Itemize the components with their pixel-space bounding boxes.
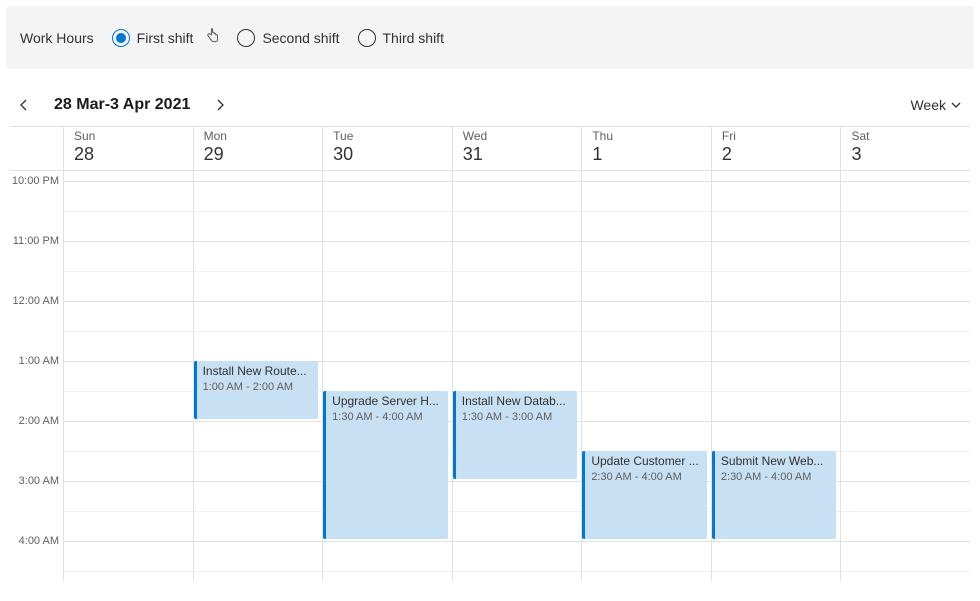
event-time: 1:00 AM - 2:00 AM [203, 380, 313, 394]
event-title: Submit New Web... [721, 454, 831, 470]
day-number: 1 [592, 143, 711, 166]
event-time: 2:30 AM - 4:00 AM [591, 470, 701, 484]
calendar-event[interactable]: Upgrade Server H...1:30 AM - 4:00 AM [323, 391, 448, 539]
chevron-down-icon [950, 99, 962, 111]
day-header-sat[interactable]: Sat 3 [841, 127, 970, 170]
day-name: Thu [592, 130, 711, 143]
work-hours-label: Work Hours [20, 30, 94, 46]
event-title: Upgrade Server H... [332, 394, 442, 410]
day-number: 29 [204, 143, 323, 166]
event-time: 1:30 AM - 3:00 AM [462, 410, 572, 424]
event-title: Update Customer ... [591, 454, 701, 470]
day-name: Tue [333, 130, 452, 143]
day-name: Sun [74, 130, 193, 143]
day-number: 2 [722, 143, 841, 166]
calendar-event[interactable]: Update Customer ...2:30 AM - 4:00 AM [582, 451, 707, 539]
work-hours-radio-group: First shift Second shift Third shift [112, 28, 444, 47]
event-time: 1:30 AM - 4:00 AM [332, 410, 442, 424]
time-gutter: 10:00 PM 11:00 PM 12:00 AM 1:00 AM 2:00 AM 3:… [10, 171, 64, 581]
day-col-thu[interactable]: Update Customer ...2:30 AM - 4:00 AM [582, 171, 712, 581]
day-col-fri[interactable]: Submit New Web...2:30 AM - 4:00 AM [712, 171, 842, 581]
time-label: 2:00 AM [10, 415, 59, 427]
radio-circle-icon [112, 29, 130, 47]
day-name: Mon [204, 130, 323, 143]
event-time: 2:30 AM - 4:00 AM [721, 470, 831, 484]
radio-label: Second shift [262, 30, 339, 46]
day-col-sat[interactable] [841, 171, 970, 581]
date-range-label[interactable]: 28 Mar-3 Apr 2021 [54, 96, 190, 114]
calendar-toolbar: 28 Mar-3 Apr 2021 Week [10, 83, 970, 127]
day-col-tue[interactable]: Upgrade Server H...1:30 AM - 4:00 AM [323, 171, 453, 581]
calendar-event[interactable]: Submit New Web...2:30 AM - 4:00 AM [712, 451, 837, 539]
day-number: 28 [74, 143, 193, 166]
toolbar-left: 28 Mar-3 Apr 2021 [10, 91, 234, 119]
radio-label: First shift [137, 30, 194, 46]
day-col-sun[interactable] [64, 171, 194, 581]
day-header-wed[interactable]: Wed 31 [453, 127, 583, 170]
pointer-cursor-icon [205, 28, 219, 47]
day-name: Sat [851, 130, 970, 143]
day-number: 31 [463, 143, 582, 166]
day-name: Fri [722, 130, 841, 143]
calendar-grid[interactable]: 10:00 PM 11:00 PM 12:00 AM 1:00 AM 2:00 AM 3:… [10, 171, 970, 581]
day-header-tue[interactable]: Tue 30 [323, 127, 453, 170]
day-columns: Install New Route...1:00 AM - 2:00 AM Up… [64, 171, 970, 581]
radio-first-shift[interactable]: First shift [112, 29, 194, 47]
view-label: Week [910, 97, 946, 113]
time-label: 3:00 AM [10, 475, 59, 487]
radio-circle-icon [358, 29, 376, 47]
day-header-thu[interactable]: Thu 1 [582, 127, 712, 170]
time-label: 4:00 AM [10, 535, 59, 547]
time-gutter-header [10, 127, 64, 170]
calendar-event[interactable]: Install New Datab...1:30 AM - 3:00 AM [453, 391, 578, 479]
chevron-left-icon [18, 99, 30, 111]
event-title: Install New Datab... [462, 394, 572, 410]
time-label: 12:00 AM [10, 295, 59, 307]
radio-third-shift[interactable]: Third shift [358, 29, 444, 47]
work-hours-bar: Work Hours First shift Second shift Thir… [6, 6, 974, 69]
calendar-event[interactable]: Install New Route...1:00 AM - 2:00 AM [194, 361, 319, 419]
time-label: 11:00 PM [10, 235, 59, 247]
day-header-mon[interactable]: Mon 29 [194, 127, 324, 170]
day-header-sun[interactable]: Sun 28 [64, 127, 194, 170]
day-name: Wed [463, 130, 582, 143]
day-col-wed[interactable]: Install New Datab...1:30 AM - 3:00 AM [453, 171, 583, 581]
time-label: 10:00 PM [10, 175, 59, 187]
day-number: 30 [333, 143, 452, 166]
day-col-mon[interactable]: Install New Route...1:00 AM - 2:00 AM [194, 171, 324, 581]
radio-circle-icon [237, 29, 255, 47]
next-week-button[interactable] [206, 91, 234, 119]
time-label: 1:00 AM [10, 355, 59, 367]
radio-label: Third shift [383, 30, 444, 46]
event-title: Install New Route... [203, 364, 313, 380]
radio-second-shift[interactable]: Second shift [237, 29, 339, 47]
day-header-fri[interactable]: Fri 2 [712, 127, 842, 170]
view-selector[interactable]: Week [910, 97, 970, 113]
day-headers: Sun 28 Mon 29 Tue 30 Wed 31 Thu 1 Fri 2 … [10, 127, 970, 171]
day-number: 3 [851, 143, 970, 166]
prev-week-button[interactable] [10, 91, 38, 119]
chevron-right-icon [214, 99, 226, 111]
